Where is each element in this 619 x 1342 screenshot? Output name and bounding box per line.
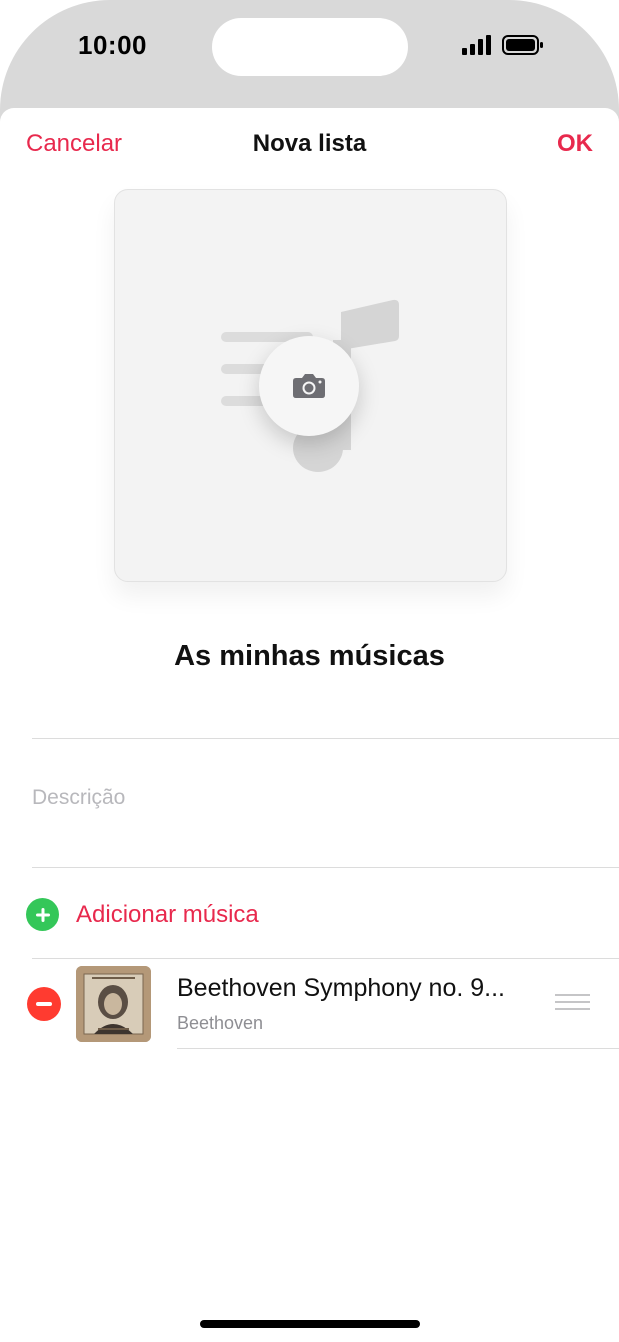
divider	[32, 958, 619, 959]
add-song-label: Adicionar música	[76, 900, 259, 928]
camera-icon	[293, 374, 325, 398]
battery-icon	[502, 35, 543, 55]
divider	[32, 738, 619, 739]
add-photo-button[interactable]	[259, 336, 359, 436]
plus-circle-icon	[26, 898, 59, 931]
status-icons	[462, 34, 544, 56]
album-artwork	[76, 966, 151, 1042]
playlist-name-field[interactable]: As minhas músicas	[0, 640, 619, 673]
minus-icon	[36, 1002, 52, 1006]
cancel-button[interactable]: Cancelar	[26, 130, 122, 158]
divider	[32, 867, 619, 868]
cellular-signal-icon	[462, 35, 491, 55]
song-artist: Beethoven	[177, 1013, 264, 1033]
ok-button[interactable]: OK	[557, 130, 593, 158]
add-song-button[interactable]: Adicionar música	[26, 898, 259, 931]
nav-title: Nova lista	[252, 130, 367, 157]
description-field[interactable]: Descrição	[32, 786, 125, 810]
status-time: 10:00	[78, 30, 147, 60]
home-indicator	[200, 1320, 420, 1328]
reorder-handle-icon[interactable]	[555, 994, 590, 1015]
dynamic-island	[212, 18, 408, 76]
remove-song-button[interactable]	[27, 987, 61, 1021]
divider	[177, 1048, 619, 1049]
song-title: Beethoven Symphony no. 9...	[177, 974, 505, 1002]
